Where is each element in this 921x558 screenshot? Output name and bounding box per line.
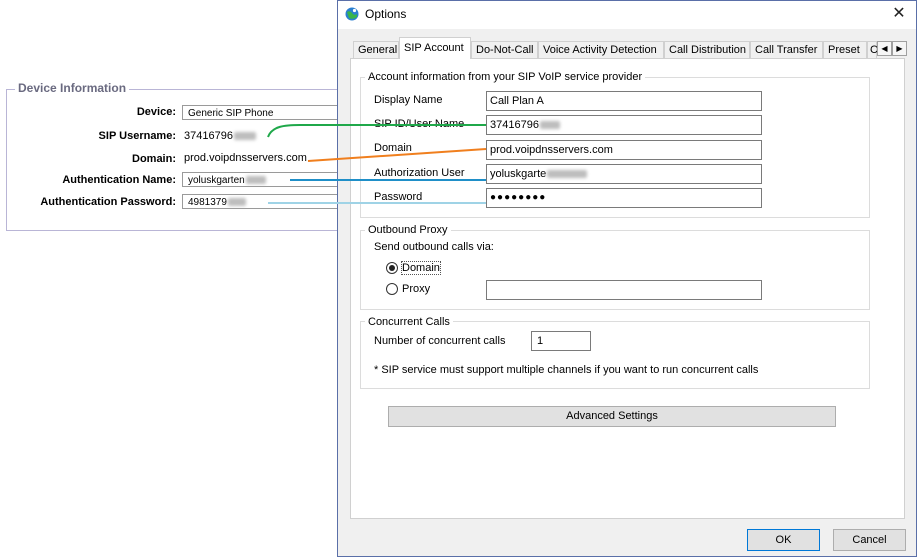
domain-label: Domain:: [132, 153, 176, 165]
domain-field-label: Domain: [374, 142, 412, 154]
authentication-password-field[interactable]: 4981379: [182, 194, 342, 209]
password-input[interactable]: ●●●●●●●●: [486, 188, 762, 208]
domain-input[interactable]: prod.voipdnsservers.com: [486, 140, 762, 160]
concurrent-calls-input[interactable]: 1: [531, 331, 591, 351]
sip-id-label: SIP ID/User Name: [374, 118, 465, 130]
tab-voice-activity-detection[interactable]: Voice Activity Detection: [538, 41, 664, 58]
tab-scroll-right-icon[interactable]: ▶: [892, 41, 907, 56]
tab-sip-account[interactable]: SIP Account: [399, 37, 471, 59]
sip-username-value: 37416796: [184, 130, 256, 142]
ok-button[interactable]: OK: [747, 529, 820, 551]
device-information-legend: Device Information: [15, 81, 130, 95]
advanced-settings-button[interactable]: Advanced Settings: [388, 406, 836, 427]
sip-username-label: SIP Username:: [98, 130, 176, 142]
authorization-user-label: Authorization User: [374, 167, 465, 179]
proxy-radio-label[interactable]: Proxy: [402, 283, 430, 295]
concurrent-calls-note: * SIP service must support multiple chan…: [374, 364, 759, 376]
options-dialog: Options ✕ General SIP Account Do-Not-Cal…: [337, 0, 917, 557]
account-information-title: Account information from your SIP VoIP s…: [365, 71, 646, 83]
tab-general[interactable]: General: [353, 41, 399, 58]
app-globe-icon: [345, 7, 359, 21]
concurrent-calls-group: [360, 321, 870, 389]
authentication-password-label: Authentication Password:: [40, 196, 176, 208]
device-field[interactable]: Generic SIP Phone: [182, 105, 342, 120]
device-label: Device:: [136, 106, 176, 118]
outbound-proxy-title: Outbound Proxy: [365, 224, 451, 236]
close-icon[interactable]: ✕: [886, 3, 912, 25]
proxy-input[interactable]: [486, 280, 762, 300]
domain-radio[interactable]: [386, 262, 398, 274]
concurrent-calls-title: Concurrent Calls: [365, 316, 453, 328]
send-outbound-label: Send outbound calls via:: [374, 241, 494, 253]
tab-call-distribution[interactable]: Call Distribution: [664, 41, 750, 58]
sip-id-input[interactable]: 37416796: [486, 115, 762, 135]
sip-account-panel: Account information from your SIP VoIP s…: [350, 58, 905, 519]
dialog-title: Options: [365, 7, 407, 21]
proxy-radio[interactable]: [386, 283, 398, 295]
display-name-label: Display Name: [374, 94, 443, 106]
domain-radio-label[interactable]: Domain: [401, 261, 441, 275]
tab-do-not-call[interactable]: Do-Not-Call: [471, 41, 538, 58]
authorization-user-input[interactable]: yoluskgarte: [486, 164, 762, 184]
tab-preset[interactable]: Preset: [823, 41, 867, 58]
domain-value: prod.voipdnsservers.com: [184, 152, 307, 164]
cancel-button[interactable]: Cancel: [833, 529, 906, 551]
tab-overflow[interactable]: C: [867, 41, 878, 58]
authentication-name-label: Authentication Name:: [62, 174, 176, 186]
title-bar: Options ✕: [338, 1, 916, 29]
tab-call-transfer[interactable]: Call Transfer: [750, 41, 823, 58]
password-label: Password: [374, 191, 423, 203]
concurrent-calls-label: Number of concurrent calls: [374, 335, 506, 347]
authentication-name-field[interactable]: yoluskgarten: [182, 172, 342, 187]
tab-scroll-left-icon[interactable]: ◀: [877, 41, 892, 56]
display-name-input[interactable]: Call Plan A: [486, 91, 762, 111]
